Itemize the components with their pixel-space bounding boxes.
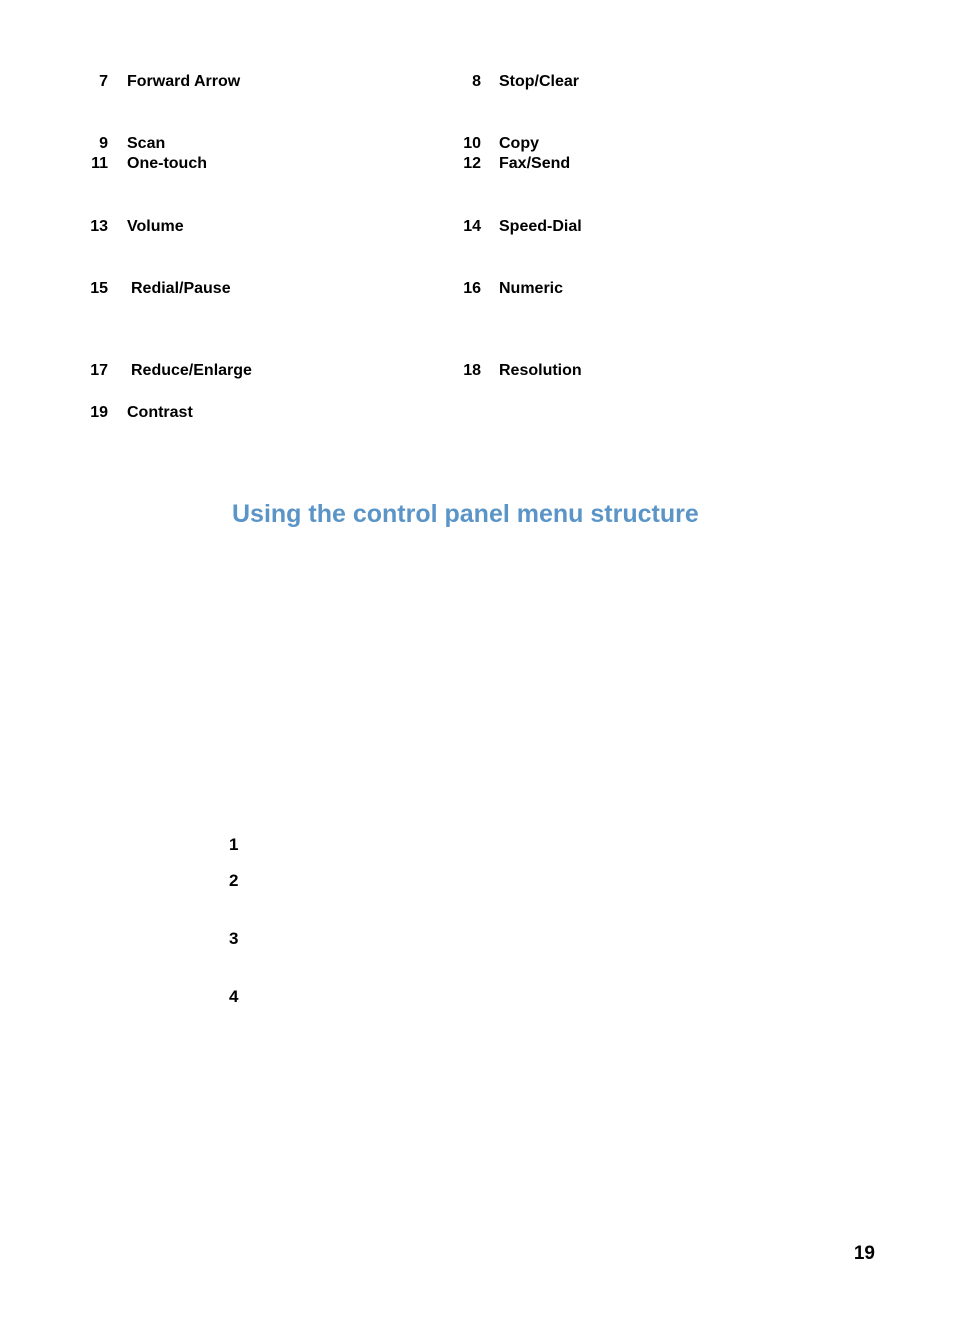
document-page: 7 Forward Arrow 8 Stop/Clear 9 Scan 10 C… [0, 0, 954, 1321]
step-number: 4 [229, 987, 238, 1007]
item-number: 14 [451, 218, 481, 236]
page-number: 19 [854, 1243, 875, 1265]
section-heading: Using the control panel menu structure [232, 500, 699, 529]
item-label: Copy [499, 135, 539, 153]
item-label: Redial/Pause [131, 280, 231, 298]
item-number: 13 [78, 218, 108, 236]
item-number: 9 [78, 135, 108, 153]
item-number: 17 [78, 362, 108, 380]
item-label: Scan [127, 135, 165, 153]
item-number: 12 [451, 155, 481, 173]
step-number: 2 [229, 871, 238, 891]
item-label: Fax/Send [499, 155, 570, 173]
item-label: Contrast [127, 404, 193, 422]
item-number: 8 [451, 73, 481, 91]
item-label: Speed-Dial [499, 218, 582, 236]
item-number: 19 [78, 404, 108, 422]
item-label: Reduce/Enlarge [131, 362, 252, 380]
item-label: Resolution [499, 362, 582, 380]
item-label: Stop/Clear [499, 73, 579, 91]
step-number: 3 [229, 929, 238, 949]
item-label: Forward Arrow [127, 73, 240, 91]
step-number: 1 [229, 835, 238, 855]
item-number: 16 [451, 280, 481, 298]
item-label: Numeric [499, 280, 563, 298]
item-number: 7 [78, 73, 108, 91]
item-number: 15 [78, 280, 108, 298]
item-number: 10 [451, 135, 481, 153]
item-number: 18 [451, 362, 481, 380]
item-number: 11 [78, 155, 108, 173]
item-label: One-touch [127, 155, 207, 173]
item-label: Volume [127, 218, 184, 236]
